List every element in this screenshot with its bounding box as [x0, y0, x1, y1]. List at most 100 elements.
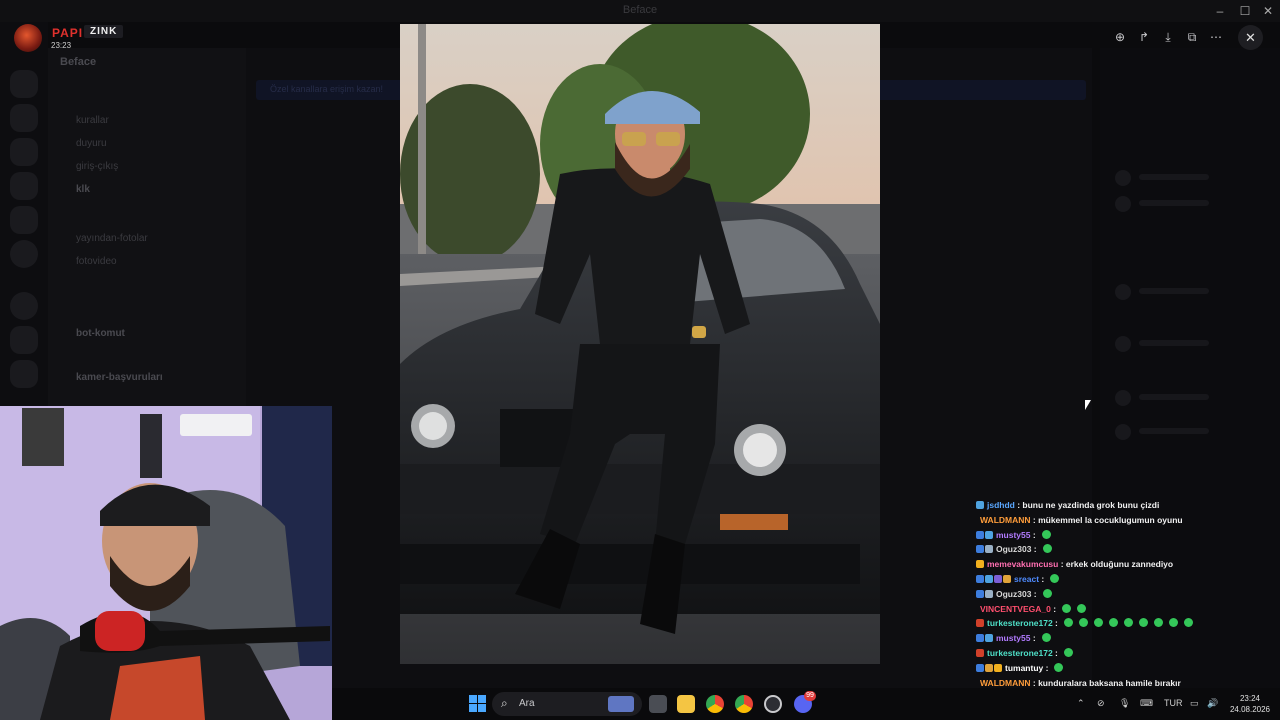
- search-icon: ⌕: [501, 696, 508, 710]
- chat-username[interactable]: Oguz303: [996, 544, 1031, 554]
- zoom-in-icon[interactable]: ⊕: [1111, 28, 1129, 46]
- chat-emote-icon: [1063, 618, 1073, 628]
- chat-text: :: [1030, 633, 1036, 644]
- chat-message: VINCENTVEGA_0 :: [976, 602, 1087, 616]
- chat-emote-icon: [1054, 662, 1064, 672]
- chat-username[interactable]: VINCENTVEGA_0: [980, 604, 1051, 614]
- image-preview[interactable]: [400, 24, 880, 664]
- avatar: [1115, 424, 1131, 440]
- microphone-icon[interactable]: 🎙: [1119, 698, 1130, 709]
- chat-text: :: [1050, 603, 1057, 614]
- chat-username[interactable]: Oguz303: [996, 589, 1031, 599]
- member-item[interactable]: [1115, 170, 1245, 186]
- chat-emote-icon: [1042, 544, 1052, 554]
- chat-badge-icon: [985, 663, 993, 672]
- download-icon[interactable]: ⤓: [1159, 28, 1177, 46]
- brand-tag: ZINK: [84, 25, 124, 38]
- chat-username[interactable]: tumantuy: [1005, 663, 1043, 673]
- chat-badge-icon: [976, 619, 984, 628]
- stream-brand: PAPI ZINK 23:23: [12, 24, 172, 52]
- chat-username[interactable]: musty55: [996, 633, 1031, 643]
- server-icon[interactable]: [10, 104, 38, 132]
- discord-icon[interactable]: 99: [794, 691, 816, 713]
- chat-username[interactable]: memevakumcusu: [987, 559, 1058, 569]
- chat-badge-icon: [976, 634, 984, 643]
- chat-emote-icon: [1063, 648, 1073, 657]
- chevron-up-icon[interactable]: ⌃: [1077, 698, 1085, 709]
- chat-username[interactable]: WALDMANN: [980, 678, 1031, 688]
- channel-item[interactable]: kamer-başvuruları: [76, 372, 163, 383]
- task-view-icon[interactable]: [649, 695, 667, 713]
- server-name[interactable]: Beface: [60, 56, 96, 68]
- member-item[interactable]: [1115, 424, 1245, 440]
- overlay-clock: 23:23: [51, 41, 72, 50]
- server-icon[interactable]: [10, 326, 38, 354]
- member-item[interactable]: [1115, 336, 1245, 352]
- server-icon[interactable]: [10, 206, 38, 234]
- search-placeholder: Ara: [519, 698, 535, 709]
- server-icon[interactable]: [10, 172, 38, 200]
- chrome-icon[interactable]: [735, 695, 753, 713]
- chrome-icon[interactable]: [706, 695, 724, 713]
- member-name: [1139, 174, 1209, 180]
- chat-message: turkesterone172 :: [976, 616, 1193, 630]
- channel-item[interactable]: kurallar: [76, 115, 109, 126]
- server-icon[interactable]: [10, 240, 38, 268]
- network-off-icon[interactable]: ⊘: [1097, 698, 1105, 709]
- chat-emote-icon: [1078, 618, 1088, 628]
- chat-username[interactable]: WALDMANN: [980, 515, 1031, 525]
- chat-message: WALDMANN : mükemmel la cocuklugumun oyun…: [976, 513, 1183, 527]
- taskbar-clock[interactable]: 23:24 24.08.2026: [1226, 693, 1274, 715]
- display-icon[interactable]: ▭: [1190, 698, 1199, 709]
- minimize-button[interactable]: –: [1208, 2, 1232, 20]
- obs-icon[interactable]: [764, 695, 782, 713]
- chat-username[interactable]: jsdhdd: [987, 500, 1015, 510]
- discord-notification-badge: 99: [804, 691, 816, 701]
- member-name: [1139, 288, 1209, 294]
- channel-item[interactable]: duyuru: [76, 138, 107, 149]
- server-icon[interactable]: [10, 138, 38, 166]
- channel-item[interactable]: yayından-fotolar: [76, 233, 148, 244]
- member-item[interactable]: [1115, 284, 1245, 300]
- taskbar-date: 24.08.2026: [1229, 705, 1271, 714]
- member-item[interactable]: [1115, 390, 1245, 406]
- file-explorer-icon[interactable]: [677, 695, 695, 713]
- share-icon[interactable]: ↱: [1135, 28, 1153, 46]
- channel-item[interactable]: fotovideo: [76, 256, 117, 267]
- maximize-button[interactable]: ☐: [1233, 2, 1257, 20]
- chat-badge-icon: [976, 575, 984, 583]
- chat-text: :: [1030, 529, 1036, 540]
- open-external-icon[interactable]: ⧉: [1183, 28, 1201, 46]
- chat-message: tumantuy :: [976, 661, 1064, 675]
- chat-username[interactable]: musty55: [996, 530, 1031, 540]
- more-icon[interactable]: ⋯: [1207, 28, 1225, 46]
- chat-message: Oguz303 :: [976, 542, 1052, 556]
- channel-item[interactable]: klk: [76, 184, 90, 195]
- chat-username[interactable]: sreact: [1014, 574, 1039, 584]
- server-icon[interactable]: [10, 292, 38, 320]
- screen: Beface – ☐ ✕ Beface kurallar duyuru giri…: [0, 0, 1280, 720]
- chat-username[interactable]: turkesterone172: [987, 618, 1053, 628]
- search-highlight-icon: [608, 696, 634, 712]
- member-item[interactable]: [1115, 196, 1245, 212]
- close-viewer-button[interactable]: ✕: [1238, 25, 1263, 50]
- server-icon[interactable]: [10, 360, 38, 388]
- language-indicator[interactable]: TUR: [1164, 698, 1183, 708]
- channel-item[interactable]: bot-komut: [76, 328, 125, 339]
- chat-message: Oguz303 :: [976, 587, 1052, 601]
- member-name: [1139, 394, 1209, 400]
- keyboard-icon[interactable]: ⌨: [1140, 698, 1153, 709]
- chat-text: :: [1052, 648, 1058, 658]
- chat-message: turkesterone172 :: [976, 646, 1073, 660]
- taskbar-search[interactable]: ⌕ Ara: [492, 692, 642, 716]
- chat-text: : erkek olduğunu zannediyo: [1058, 559, 1174, 570]
- chat-username[interactable]: turkesterone172: [987, 648, 1053, 658]
- webcam-image: [0, 406, 332, 720]
- server-icon[interactable]: [10, 70, 38, 98]
- channel-item[interactable]: giriş-çıkış: [76, 161, 118, 172]
- volume-icon[interactable]: 🔊: [1207, 698, 1218, 709]
- chat-emote-icon: [1183, 618, 1193, 628]
- start-button[interactable]: [469, 695, 486, 712]
- chat-text: :: [1039, 574, 1045, 584]
- window-close-button[interactable]: ✕: [1256, 2, 1280, 20]
